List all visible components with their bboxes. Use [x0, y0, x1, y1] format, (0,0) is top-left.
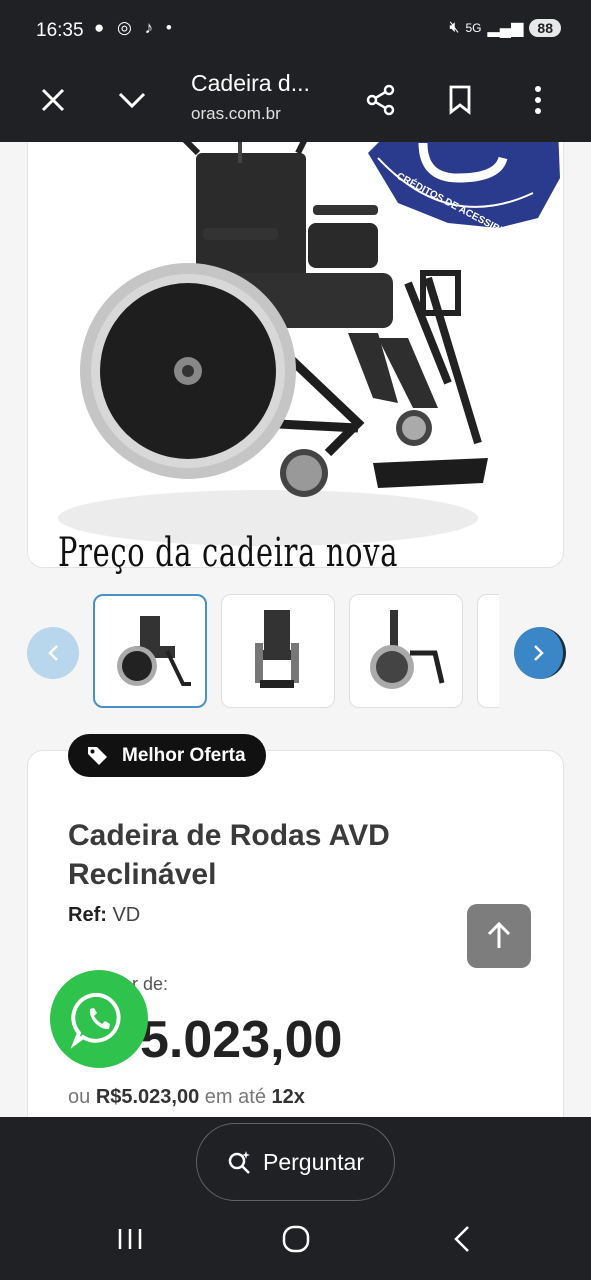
product-price: 5.023,00: [140, 1011, 343, 1069]
scroll-to-top-button[interactable]: [467, 904, 531, 968]
bookmark-button[interactable]: [438, 78, 482, 122]
signal-icon: ▂▄▆: [487, 20, 524, 37]
chevron-right-icon: [533, 645, 544, 661]
tag-icon: [88, 746, 107, 765]
thumbnail-3[interactable]: [349, 594, 463, 708]
browser-toolbar: Cadeira d... oras.com.br: [0, 60, 591, 142]
whatsapp-icon: [70, 992, 121, 1049]
thumbnail-image: [117, 616, 191, 686]
collapse-button[interactable]: [110, 78, 154, 122]
thumbnail-4[interactable]: [477, 594, 499, 708]
more-menu-button[interactable]: [516, 78, 560, 122]
installment-prefix: ou: [68, 1086, 91, 1108]
ask-button[interactable]: Perguntar: [196, 1123, 395, 1201]
close-button[interactable]: [31, 78, 75, 122]
mute-icon: 🔇︎: [449, 19, 460, 36]
battery-level: 88: [529, 19, 561, 37]
back-icon: [454, 1226, 469, 1252]
system-icons: 🔇︎ 5G ▂▄▆ 88: [449, 18, 561, 38]
carousel-prev-button[interactable]: [27, 627, 79, 679]
home-icon: [282, 1225, 310, 1253]
thumbnail-2[interactable]: [221, 594, 335, 708]
thumbnail-1[interactable]: [93, 594, 207, 708]
installment-middle: em até: [204, 1086, 266, 1108]
whatsapp-button[interactable]: [50, 970, 148, 1068]
product-ref: Ref: VD: [68, 904, 140, 927]
recent-apps-button[interactable]: [108, 1217, 152, 1261]
chevron-left-icon: [48, 645, 58, 661]
page-url: oras.com.br: [191, 104, 281, 123]
carousel-next-button[interactable]: [514, 627, 566, 679]
whatsapp-icon: ◎: [117, 18, 136, 37]
bookmark-icon: [449, 85, 471, 115]
installment-info: ou R$5.023,00 em até 12x: [68, 1086, 305, 1109]
badge-label: Melhor Oferta: [122, 744, 246, 766]
product-image-card[interactable]: CRÉDITOS DE ACESSIBILIDADE: [27, 142, 564, 568]
page-content: CRÉDITOS DE ACESSIBILIDADE Preço da cade…: [0, 142, 591, 1117]
notification-icons: ● ◎ ♪ •: [94, 18, 176, 38]
page-title: Cadeira d...: [191, 70, 310, 96]
accessibility-seal: CRÉDITOS DE ACESSIBILIDADE: [368, 142, 560, 254]
arrow-up-icon: [487, 921, 511, 948]
more-vert-icon: [535, 86, 541, 114]
wheelchair-image: CRÉDITOS DE ACESSIBILIDADE: [58, 142, 560, 546]
back-button[interactable]: [440, 1217, 484, 1261]
chat-bubble-icon: ●: [94, 18, 109, 37]
ref-label: Ref:: [68, 904, 107, 926]
tiktok-icon: ♪: [144, 18, 158, 37]
dot-icon: •: [165, 18, 176, 37]
bottom-bar: Perguntar: [0, 1117, 591, 1280]
close-icon: [41, 88, 65, 112]
status-bar: 16:35 ● ◎ ♪ • 🔇︎ 5G ▂▄▆ 88: [0, 0, 591, 60]
chevron-down-icon: [118, 92, 146, 109]
thumbnail-carousel: [0, 594, 591, 712]
home-button[interactable]: [274, 1217, 318, 1261]
product-title: Cadeira de Rodas AVD Reclinável: [68, 819, 390, 891]
share-icon: [366, 84, 395, 116]
recents-icon: [118, 1229, 142, 1249]
thumbnail-image: [255, 610, 299, 688]
network-label: 5G: [465, 21, 482, 35]
search-sparkle-icon: [228, 1151, 250, 1174]
status-time: 16:35: [36, 20, 84, 41]
thumbnail-image: [370, 610, 445, 689]
installment-price: R$5.023,00: [95, 1086, 200, 1108]
ask-label: Perguntar: [262, 1148, 364, 1175]
installment-count: 12x: [271, 1086, 305, 1108]
ref-value: VD: [112, 904, 141, 926]
image-caption: Preço da cadeira nova: [58, 530, 399, 576]
share-button[interactable]: [359, 78, 403, 122]
best-offer-badge: Melhor Oferta: [68, 734, 266, 777]
